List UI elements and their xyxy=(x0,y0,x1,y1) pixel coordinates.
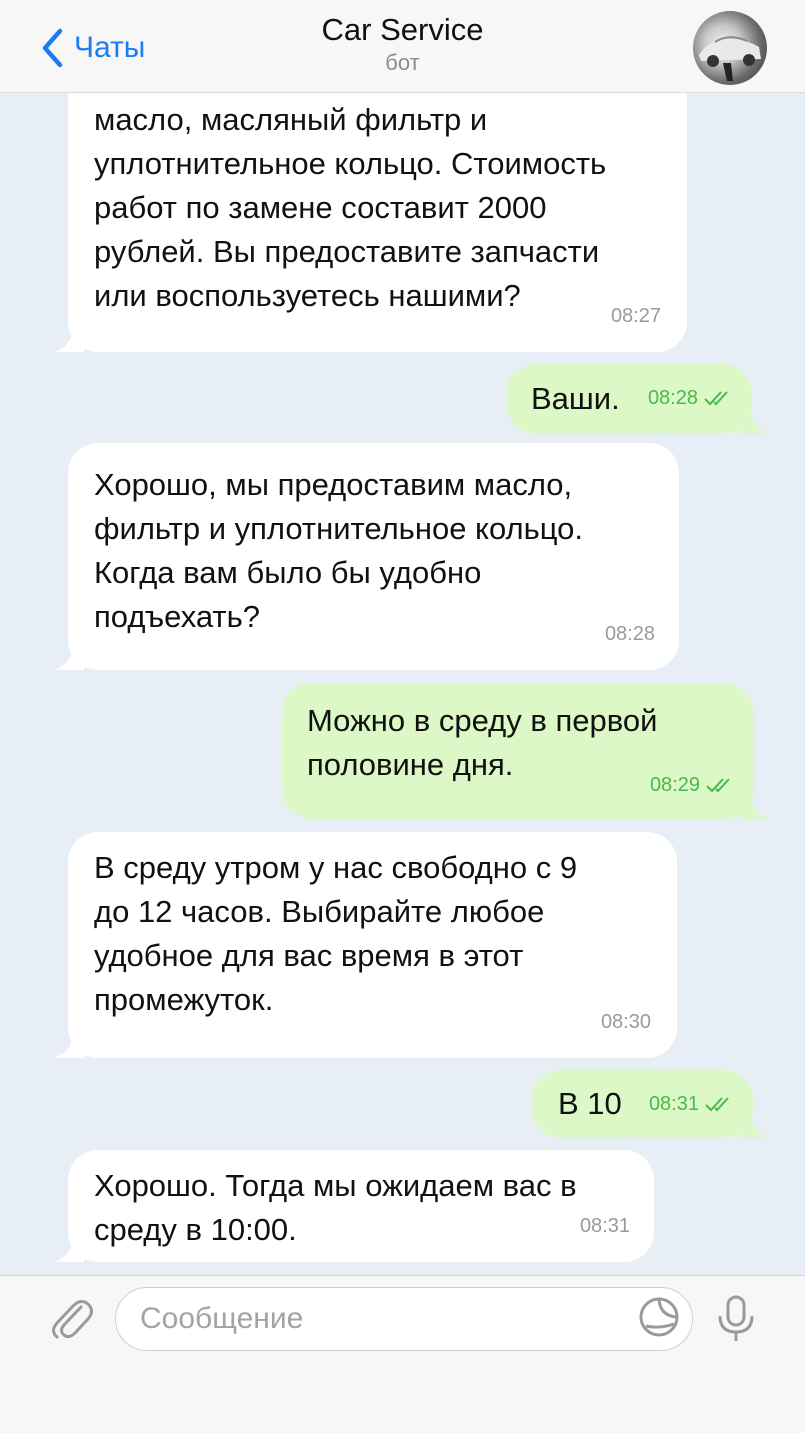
bubble-tail xyxy=(740,408,770,434)
bubble-tail xyxy=(740,1112,770,1138)
bubble-tail xyxy=(54,1032,84,1058)
message-time: 08:29 xyxy=(650,763,734,807)
bubble-tail xyxy=(54,1236,84,1262)
bubble-tail xyxy=(54,326,84,352)
double-check-icon xyxy=(706,778,730,793)
message-time: 08:27 xyxy=(610,305,661,327)
bubble-tail xyxy=(740,793,770,819)
message-incoming: Хорошо, мы предоставим масло, фильтр и у… xyxy=(68,443,679,670)
message-time-label: 08:28 xyxy=(647,387,698,409)
message-time: 08:28 xyxy=(604,623,655,645)
bubble-tail xyxy=(54,644,84,670)
double-check-icon xyxy=(704,391,728,406)
double-check-icon xyxy=(705,1097,729,1112)
message-time: 08:31 xyxy=(649,1082,733,1126)
message-outgoing: Ваши. 08:28 xyxy=(506,364,752,434)
chat-header: Чаты Car Service бот xyxy=(0,0,805,93)
car-photo xyxy=(699,36,761,81)
message-outgoing: Можно в среду в первой половине дня. 08:… xyxy=(282,683,754,819)
message-text: В среду утром у нас свободно с 9 до 12 ч… xyxy=(94,850,578,1017)
chat-title: Car Service xyxy=(321,12,484,47)
message-incoming: масло, масляный фильтр и уплотнительное … xyxy=(68,60,687,352)
message-time-label: 08:31 xyxy=(648,1093,699,1115)
message-outgoing: В 10 08:31 xyxy=(531,1070,753,1138)
message-text: Хорошо, мы предоставим масло, фильтр и у… xyxy=(94,467,584,634)
message-input-placeholder: Сообщение xyxy=(140,1302,304,1335)
sticker-icon[interactable] xyxy=(638,1296,680,1338)
message-time-label: 08:29 xyxy=(649,774,700,796)
message-text: Хорошо. Тогда мы ожидаем вас в среду в 1… xyxy=(94,1168,577,1247)
message-incoming: В среду утром у нас свободно с 9 до 12 ч… xyxy=(68,832,677,1058)
message-time: 08:31 xyxy=(579,1215,630,1237)
avatar[interactable] xyxy=(693,11,767,85)
message-incoming: Хорошо. Тогда мы ожидаем вас в среду в 1… xyxy=(68,1150,654,1262)
message-time: 08:28 xyxy=(648,376,732,420)
paperclip-icon[interactable] xyxy=(48,1292,94,1342)
message-time: 08:30 xyxy=(600,1011,651,1033)
chat-subtitle: бот xyxy=(385,50,420,75)
message-text: масло, масляный фильтр и уплотнительное … xyxy=(94,102,607,313)
message-input[interactable]: Сообщение xyxy=(115,1287,693,1351)
microphone-icon[interactable] xyxy=(715,1294,757,1344)
chat-title-block[interactable]: Car Service бот xyxy=(0,12,805,76)
message-list[interactable]: масло, масляный фильтр и уплотнительное … xyxy=(0,0,805,1275)
